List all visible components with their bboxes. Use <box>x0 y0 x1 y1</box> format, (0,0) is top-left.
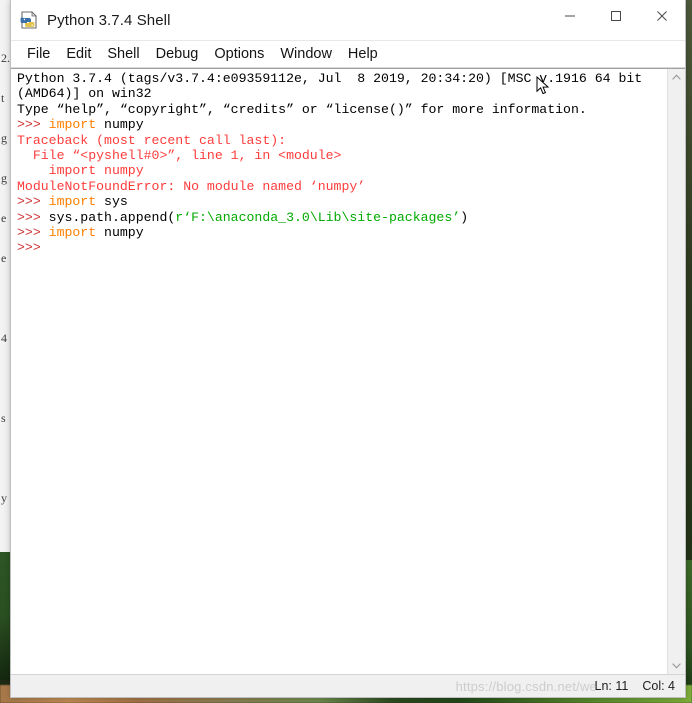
menu-item-help[interactable]: Help <box>340 44 386 65</box>
shell-line-segment: ) <box>460 209 469 225</box>
background-window-glyphs: 2. t g g e e 4 s y 3 t- <box>1 51 10 505</box>
shell-line-segment: import <box>48 117 97 133</box>
window-controls <box>547 0 685 40</box>
shell-line: Python 3.7.4 (tags/v3.7.4:e09359112e, Ju… <box>17 71 667 86</box>
menu-item-file[interactable]: File <box>19 44 58 65</box>
shell-line: import numpy <box>17 163 667 178</box>
scroll-up-arrow[interactable] <box>668 69 685 86</box>
shell-line-segment: Traceback (most recent call last): <box>17 132 287 148</box>
shell-line-segment: >>> <box>17 209 49 225</box>
shell-line-segment: r‘F:\anaconda_3.0\Lib\site-packages’ <box>175 209 461 225</box>
menu-bar: File Edit Shell Debug Options Window Hel… <box>11 41 685 68</box>
shell-line-segment: numpy <box>96 117 144 133</box>
python-shell-window: Python 3.7.4 Shell File Edit Shell Debug… <box>10 0 686 698</box>
window-title: Python 3.7.4 Shell <box>47 11 171 29</box>
shell-line: Type “help”, “copyright”, “credits” or “… <box>17 102 667 117</box>
shell-line-segment: >>> <box>17 194 49 210</box>
shell-line-segment: (AMD64)] on win32 <box>17 86 152 102</box>
shell-line-segment: sys.path.append( <box>48 209 176 225</box>
shell-line-segment: >>> <box>17 225 49 241</box>
shell-output-text[interactable]: Python 3.7.4 (tags/v3.7.4:e09359112e, Ju… <box>11 69 667 674</box>
shell-line-segment: File “<pyshell#0>”, line 1, in <module> <box>17 148 342 164</box>
shell-line: >>> sys.path.append(r‘F:\anaconda_3.0\Li… <box>17 210 667 225</box>
status-bar: https://blog.csdn.net/we Ln: 11 Col: 4 <box>11 674 685 697</box>
shell-line-segment: >>> <box>17 240 49 256</box>
title-bar[interactable]: Python 3.7.4 Shell <box>11 0 685 41</box>
shell-line: (AMD64)] on win32 <box>17 86 667 101</box>
shell-line-segment: import <box>48 194 97 210</box>
shell-line-segment: sys <box>96 194 128 210</box>
close-button[interactable] <box>639 0 685 32</box>
shell-line-segment: import numpy <box>17 163 144 179</box>
scroll-down-arrow[interactable] <box>668 657 685 674</box>
maximize-button[interactable] <box>593 0 639 32</box>
shell-line-segment: ModuleNotFoundError: No module named ‘nu… <box>17 178 366 194</box>
shell-line: >>> <box>17 240 667 255</box>
scroll-track[interactable] <box>668 86 685 657</box>
minimize-button[interactable] <box>547 0 593 32</box>
shell-line: >>> import numpy <box>17 225 667 240</box>
shell-line: >>> import numpy <box>17 117 667 132</box>
menu-item-shell[interactable]: Shell <box>99 44 147 65</box>
shell-line: >>> import sys <box>17 194 667 209</box>
shell-line-segment: >>> <box>17 117 49 133</box>
watermark-text: https://blog.csdn.net/we <box>455 679 597 694</box>
shell-line: ModuleNotFoundError: No module named ‘nu… <box>17 179 667 194</box>
menu-item-window[interactable]: Window <box>272 44 340 65</box>
shell-line-segment: Type “help”, “copyright”, “credits” or “… <box>17 101 587 117</box>
shell-line-segment: numpy <box>96 225 144 241</box>
shell-line-segment: Python 3.7.4 (tags/v3.7.4:e09359112e, Ju… <box>17 71 643 86</box>
shell-body: Python 3.7.4 (tags/v3.7.4:e09359112e, Ju… <box>11 68 685 674</box>
status-column-indicator: Col: 4 <box>642 679 675 693</box>
menu-item-edit[interactable]: Edit <box>58 44 99 65</box>
shell-line: File “<pyshell#0>”, line 1, in <module> <box>17 148 667 163</box>
vertical-scrollbar[interactable] <box>667 69 685 674</box>
menu-item-options[interactable]: Options <box>206 44 272 65</box>
shell-line: Traceback (most recent call last): <box>17 133 667 148</box>
python-idle-icon <box>19 10 39 30</box>
screen: 2. t g g e e 4 s y 3 t- Python 3.7.4 She… <box>0 0 692 703</box>
menu-item-debug[interactable]: Debug <box>148 44 207 65</box>
status-line-indicator: Ln: 11 <box>594 679 629 693</box>
shell-line-segment: import <box>48 225 97 241</box>
